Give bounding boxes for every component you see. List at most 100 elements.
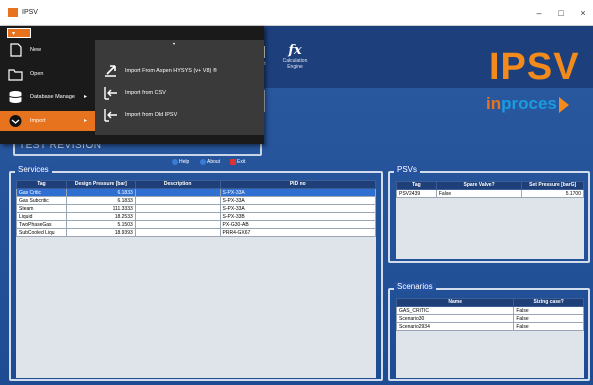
cell-pressure[interactable]: 18.9393 bbox=[65, 228, 136, 237]
col-spare-valve[interactable]: Spare Valve? bbox=[435, 181, 523, 190]
maximize-button[interactable]: □ bbox=[553, 6, 569, 20]
cell-pressure[interactable]: 111.3333 bbox=[65, 204, 136, 213]
cell-scenario-name[interactable]: GAS_CRITIC bbox=[396, 306, 515, 315]
cell-description[interactable] bbox=[134, 212, 221, 221]
cell-description[interactable] bbox=[134, 204, 221, 213]
window-title: IPSV bbox=[22, 9, 38, 16]
submenu-dot: • bbox=[173, 42, 176, 48]
cell-pid[interactable]: S-PX-33B bbox=[219, 212, 376, 221]
table-row[interactable]: Gas Critic 6.1833 S-PX-33A bbox=[16, 188, 376, 197]
chevron-right-icon: ▸ bbox=[84, 94, 88, 100]
cell-tag[interactable]: TwoPhaseGas bbox=[16, 220, 67, 229]
menu-item-open[interactable]: Open bbox=[0, 64, 95, 84]
folder-open-icon bbox=[8, 69, 23, 81]
import-hysys-icon bbox=[105, 65, 116, 77]
cell-pid[interactable]: S-PX-33A bbox=[219, 188, 376, 197]
cell-spare[interactable]: False bbox=[435, 189, 523, 198]
minimize-button[interactable]: – bbox=[531, 6, 547, 20]
cell-pressure[interactable]: 18.2533 bbox=[65, 212, 136, 221]
scenarios-table: Name Sizing case? GAS_CRITIC False Scenar… bbox=[396, 298, 584, 331]
col-description[interactable]: Description bbox=[134, 180, 221, 189]
table-row[interactable]: PSV2439 False 5.1700 bbox=[396, 189, 584, 198]
menu-item-import[interactable]: Import ▸ bbox=[0, 111, 95, 131]
psvs-table-wrap: Tag Spare Valve? Set Pressure [barG] PSV… bbox=[396, 181, 584, 259]
cell-psv-tag[interactable]: PSV2439 bbox=[396, 189, 437, 198]
calc-label-2: Engine bbox=[287, 64, 303, 70]
col-tag[interactable]: Tag bbox=[16, 180, 67, 189]
menu-item-label: Import bbox=[30, 118, 46, 124]
application-menu: New Open Database Manage ▸ Import ▸ • Im… bbox=[0, 26, 264, 165]
about-label: About bbox=[207, 159, 221, 165]
services-table: Tag Design Pressure [bar] Description PI… bbox=[16, 180, 376, 237]
cell-sizing[interactable]: False bbox=[513, 306, 584, 315]
cell-pid[interactable]: PX-G30-AB bbox=[219, 220, 376, 229]
info-icon bbox=[200, 159, 206, 165]
table-row[interactable]: Scenario2934 False bbox=[396, 322, 584, 331]
cell-sizing[interactable]: False bbox=[513, 322, 584, 331]
col-design-pressure[interactable]: Design Pressure [bar] bbox=[65, 180, 136, 189]
table-row[interactable]: Liquid 18.2533 S-PX-33B bbox=[16, 212, 376, 221]
cell-tag[interactable]: SubCooled Liqu bbox=[16, 228, 67, 237]
cell-pid[interactable]: PRR4-GX67 bbox=[219, 228, 376, 237]
menu-item-label: Open bbox=[30, 71, 44, 77]
col-sizing-case[interactable]: Sizing case? bbox=[513, 298, 584, 307]
psvs-table: Tag Spare Valve? Set Pressure [barG] PSV… bbox=[396, 181, 584, 198]
menu-item-database-manage[interactable]: Database Manage ▸ bbox=[0, 87, 95, 107]
import-old-icon bbox=[104, 109, 117, 122]
menu-item-new[interactable]: New bbox=[0, 40, 95, 60]
cell-tag[interactable]: Steam bbox=[16, 204, 67, 213]
menu-import-csv[interactable]: Import from CSV bbox=[103, 85, 258, 103]
about-button[interactable]: About bbox=[200, 159, 220, 165]
cell-pressure[interactable]: 6.1833 bbox=[65, 196, 136, 205]
cell-pressure[interactable]: 5.1503 bbox=[65, 220, 136, 229]
cell-scenario-name[interactable]: Scenario2934 bbox=[396, 322, 515, 331]
psvs-group: PSVs Tag Spare Valve? Set Pressure [barG… bbox=[388, 165, 590, 263]
cell-description[interactable] bbox=[134, 188, 221, 197]
exit-button[interactable]: Exit bbox=[230, 159, 245, 165]
cell-pid[interactable]: S-PX-33A bbox=[219, 204, 376, 213]
cell-sizing[interactable]: False bbox=[513, 314, 584, 323]
cell-set-pressure[interactable]: 5.1700 bbox=[521, 189, 584, 198]
import-icon bbox=[9, 115, 22, 127]
cell-pid[interactable]: S-PX-33A bbox=[219, 196, 376, 205]
scenarios-group: Scenarios Name Sizing case? GAS_CRITIC Fa… bbox=[388, 282, 590, 381]
menu-import-hysys[interactable]: Import From Aspen HYSYS (v+ V8) ® bbox=[103, 63, 258, 81]
help-button[interactable]: Help bbox=[172, 159, 189, 165]
calculation-engine-button[interactable]: fx Calculation Engine bbox=[280, 44, 310, 78]
cell-tag[interactable]: Gas Critic bbox=[16, 188, 67, 197]
menu-button-icon: ▾ bbox=[12, 31, 16, 37]
table-row[interactable]: Steam 111.3333 S-PX-33A bbox=[16, 204, 376, 213]
cell-description[interactable] bbox=[134, 220, 221, 229]
table-row[interactable]: SubCooled Liqu 18.9393 PRR4-GX67 bbox=[16, 228, 376, 237]
menu-import-old-ipsv[interactable]: Import from Old IPSV bbox=[103, 107, 258, 125]
cell-description[interactable] bbox=[134, 196, 221, 205]
table-row[interactable]: TwoPhaseGas 5.1503 PX-G30-AB bbox=[16, 220, 376, 229]
menu-item-label: New bbox=[30, 47, 42, 53]
cell-pressure[interactable]: 6.1833 bbox=[65, 188, 136, 197]
logo-arrow-icon bbox=[558, 96, 569, 113]
exit-label: Exit bbox=[237, 159, 246, 165]
col-set-pressure[interactable]: Set Pressure [barG] bbox=[521, 181, 584, 190]
scenarios-legend: Scenarios bbox=[394, 282, 436, 291]
cell-tag[interactable]: Liquid bbox=[16, 212, 67, 221]
fx-icon: fx bbox=[288, 43, 302, 58]
cell-scenario-name[interactable]: Scenario30 bbox=[396, 314, 515, 323]
application-menu-button[interactable]: ▾ bbox=[7, 28, 31, 38]
table-row[interactable]: Gas Subcritic 6.1833 S-PX-33A bbox=[16, 196, 376, 205]
import-csv-icon bbox=[104, 87, 117, 100]
cell-description[interactable] bbox=[134, 228, 221, 237]
import-submenu: • Import From Aspen HYSYS (v+ V8) ® Impo… bbox=[95, 40, 264, 135]
services-legend: Services bbox=[15, 165, 52, 174]
col-pid[interactable]: PID no bbox=[219, 180, 376, 189]
new-file-icon bbox=[10, 43, 22, 57]
col-scenario-name[interactable]: Name bbox=[396, 298, 515, 307]
table-row[interactable]: GAS_CRITIC False bbox=[396, 306, 584, 315]
menu-import-csv-label: Import from CSV bbox=[125, 90, 166, 96]
col-psv-tag[interactable]: Tag bbox=[396, 181, 437, 190]
close-button[interactable]: × bbox=[575, 6, 591, 20]
cell-tag[interactable]: Gas Subcritic bbox=[16, 196, 67, 205]
menu-left-pane: New Open Database Manage ▸ Import ▸ bbox=[0, 40, 95, 144]
table-row[interactable]: Scenario30 False bbox=[396, 314, 584, 323]
help-icon bbox=[172, 159, 178, 165]
psvs-legend: PSVs bbox=[394, 165, 421, 174]
